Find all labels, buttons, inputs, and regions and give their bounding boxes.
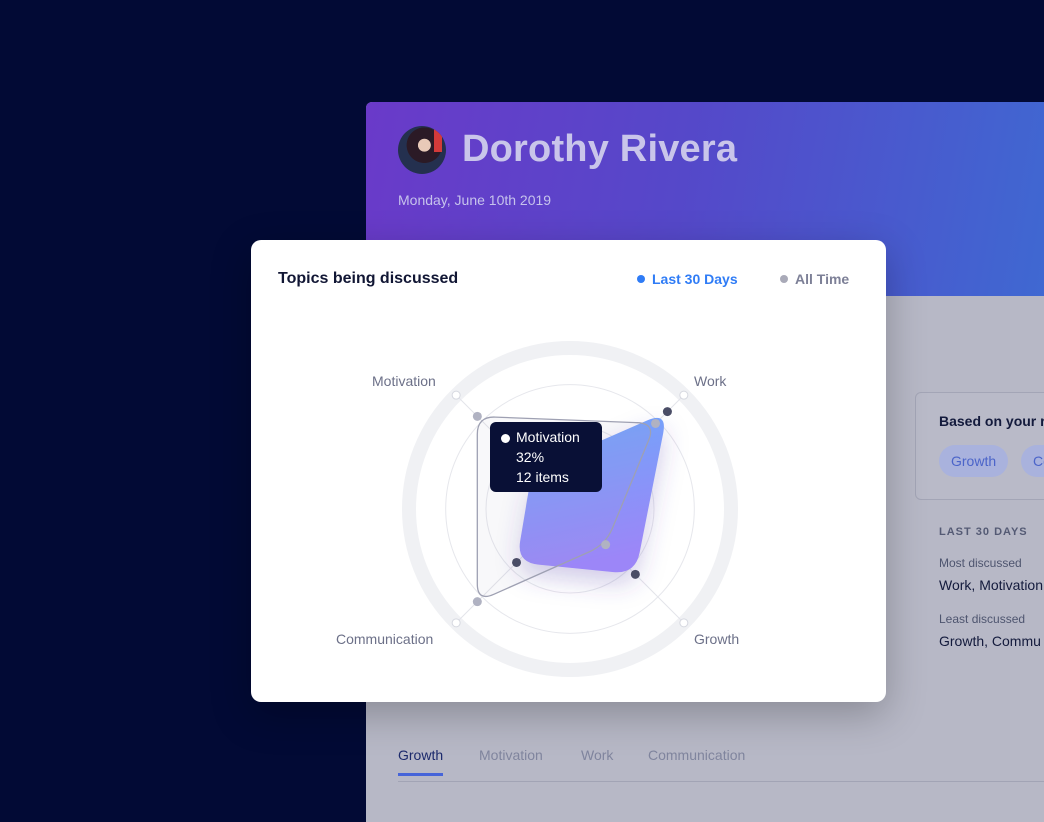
last-30-days-point-work xyxy=(662,407,672,417)
all-time-point-communication xyxy=(472,597,482,607)
last-30-days-point-growth xyxy=(630,569,640,579)
chip-growth[interactable]: Growth xyxy=(939,445,1009,477)
topics-card: Topics being discussed Last 30 Days All … xyxy=(251,240,886,702)
all-time-point-motivation xyxy=(472,411,482,421)
recommendations-box: Based on your r Growth Co xyxy=(915,392,1044,500)
tooltip-percent: 32% xyxy=(516,449,545,465)
axis-label-work: Work xyxy=(694,373,727,389)
user-name: Dorothy Rivera xyxy=(462,128,738,170)
radar-axis-endpoint xyxy=(679,390,689,400)
avatar xyxy=(398,126,446,174)
recommendations-title: Based on your r xyxy=(939,413,1044,429)
chip-communication[interactable]: Co xyxy=(1021,445,1044,477)
radar-axis-endpoint xyxy=(679,618,689,628)
last-30-days-point-communication xyxy=(512,557,522,567)
tooltip-items: 12 items xyxy=(516,469,569,485)
axis-label-communication: Communication xyxy=(336,631,434,647)
all-time-point-growth xyxy=(601,540,611,550)
most-discussed-value: Work, Motivation xyxy=(939,577,1043,593)
tab-growth[interactable]: Growth xyxy=(398,747,444,776)
most-discussed-label: Most discussed xyxy=(939,556,1022,570)
axis-label-motivation: Motivation xyxy=(372,373,436,389)
topic-tabs: Growth Motivation Work Communication xyxy=(398,747,1044,782)
tab-motivation[interactable]: Motivation xyxy=(479,747,543,775)
stats-heading: LAST 30 DAYS xyxy=(939,526,1028,538)
least-discussed-label: Least discussed xyxy=(939,612,1026,626)
radar-axis-endpoint xyxy=(451,390,461,400)
tab-work[interactable]: Work xyxy=(581,747,613,775)
axis-label-growth: Growth xyxy=(694,631,740,647)
all-time-point-work xyxy=(651,418,661,428)
chart-tooltip: Motivation 32% 12 items xyxy=(490,422,602,492)
radar-axis-endpoint xyxy=(451,618,461,628)
tooltip-dot xyxy=(501,434,510,443)
profile-date: Monday, June 10th 2019 xyxy=(398,192,552,208)
tab-communication[interactable]: Communication xyxy=(648,747,745,775)
least-discussed-value: Growth, Commu xyxy=(939,633,1041,649)
tooltip-topic: Motivation xyxy=(516,429,580,445)
